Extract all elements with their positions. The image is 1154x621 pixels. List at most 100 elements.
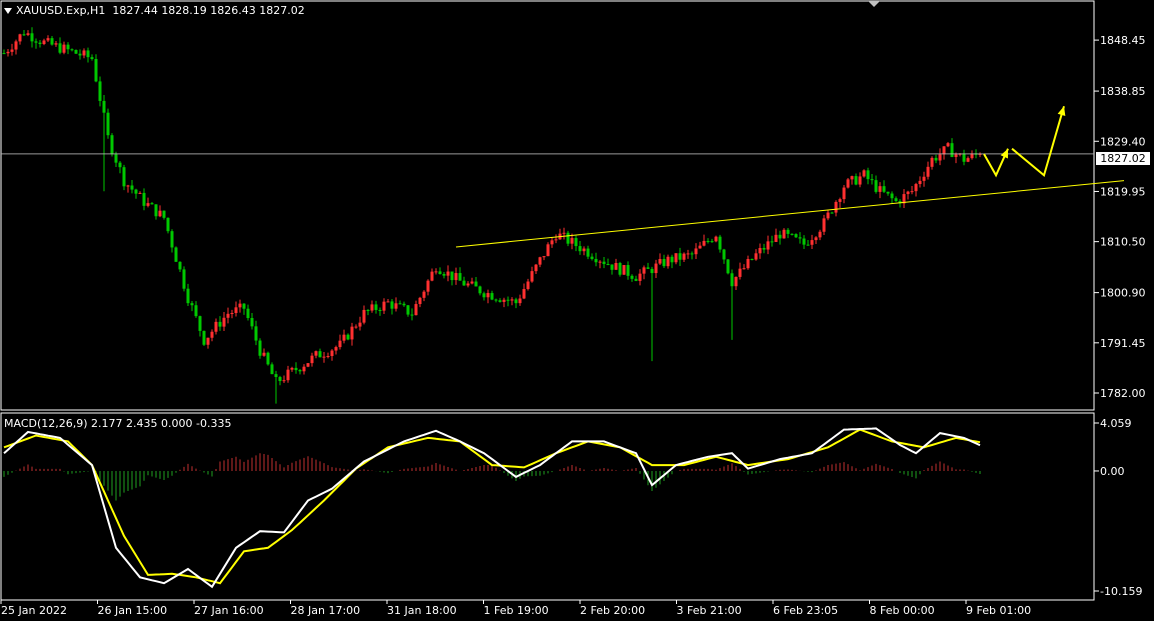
candle-body [354, 326, 358, 328]
candle-body [810, 240, 814, 245]
candle-body [14, 41, 18, 50]
candle-body [722, 249, 726, 260]
candle-body [538, 257, 542, 265]
candle-body [334, 347, 338, 351]
candle-body [866, 170, 870, 180]
candle-body [454, 273, 458, 281]
candle-body [590, 256, 594, 259]
candle-body [766, 241, 770, 250]
candle-body [410, 314, 414, 316]
candle-body [118, 162, 122, 168]
current-price-label: 1827.02 [1096, 152, 1150, 165]
candle-body [726, 259, 730, 274]
candle-body [614, 263, 618, 270]
candle-body [370, 304, 374, 311]
macd-y-tick-label: 0.00 [1100, 465, 1125, 478]
candle-body [586, 248, 590, 257]
scroll-marker-icon[interactable] [868, 1, 880, 7]
candle-body [510, 299, 514, 301]
price-chart[interactable]: 1848.45 1838.85 1829.40 1819.95 1810.50 1800.… [0, 0, 1154, 621]
x-tick-label: 9 Feb 01:00 [966, 604, 1031, 617]
candle-body [874, 180, 878, 192]
candle-body [570, 238, 574, 244]
candle-body [534, 264, 538, 272]
candle-body [434, 271, 438, 273]
candle-body [930, 157, 934, 167]
candle-body [862, 170, 866, 177]
candle-body [42, 40, 46, 44]
candle-body [634, 278, 638, 281]
candle-body [870, 179, 874, 181]
candle-body [94, 58, 98, 82]
candle-body [114, 154, 118, 163]
candle-body [526, 281, 530, 290]
candle-body [622, 265, 626, 275]
candle-body [602, 261, 606, 265]
candle-body [734, 276, 738, 287]
candle-body [906, 191, 910, 195]
candle-body [478, 286, 482, 294]
candle-body [214, 321, 218, 332]
candle-body [290, 367, 294, 370]
candle-body [74, 49, 78, 54]
candle-body [66, 44, 70, 50]
candle-body [694, 248, 698, 255]
candle-body [298, 370, 302, 372]
candle-body [178, 261, 182, 270]
candle-body [238, 303, 242, 308]
candle-body [618, 263, 622, 275]
candle-body [294, 367, 298, 371]
x-tick-label: 28 Jan 17:00 [291, 604, 361, 617]
candle-body [318, 351, 322, 358]
candle-body [850, 176, 854, 180]
candle-body [638, 273, 642, 281]
candle-body [350, 326, 354, 340]
candle-body [790, 233, 794, 235]
candle-body [50, 38, 54, 45]
candle-body [650, 268, 654, 274]
x-tick-label: 31 Jan 18:00 [387, 604, 457, 617]
candle-body [386, 301, 390, 303]
candle-body [646, 267, 650, 269]
candle-body [398, 303, 402, 305]
candle-body [894, 198, 898, 202]
candle-body [438, 271, 442, 274]
candle-body [938, 154, 942, 161]
candle-body [762, 248, 766, 250]
candle-body [90, 57, 94, 59]
candle-body [306, 363, 310, 367]
candle-body [46, 38, 50, 41]
candle-body [738, 268, 742, 277]
candle-body [674, 253, 678, 263]
candle-body [282, 380, 286, 382]
candle-body [806, 244, 810, 246]
candle-body [374, 304, 378, 310]
candle-body [10, 49, 14, 52]
symbol-header: XAUUSD.Exp,H1 1827.44 1828.19 1826.43 18… [4, 4, 305, 17]
candle-body [838, 199, 842, 202]
macd-header: MACD(12,26,9) 2.177 2.435 0.000 -0.335 [4, 417, 232, 430]
arrow-head-icon [1057, 106, 1066, 116]
candle-body [210, 331, 214, 338]
candle-body [122, 167, 126, 187]
candle-body [278, 377, 282, 382]
dropdown-triangle-icon[interactable] [4, 8, 12, 14]
candle-body [794, 234, 798, 238]
candle-body [30, 33, 34, 42]
candle-body [530, 271, 534, 282]
x-tick-label: 25 Jan 2022 [1, 604, 67, 617]
candle-body [642, 267, 646, 274]
candle-body [26, 33, 30, 35]
candle-body [102, 100, 106, 113]
candle-body [750, 258, 754, 260]
candle-body [58, 43, 62, 53]
candle-body [362, 309, 366, 323]
candle-body [270, 364, 274, 375]
candle-body [594, 258, 598, 263]
candle-body [482, 293, 486, 298]
candle-body [142, 192, 146, 206]
candle-body [138, 192, 142, 194]
candle-body [62, 44, 66, 53]
candle-body [910, 191, 914, 193]
candle-body [466, 283, 470, 286]
